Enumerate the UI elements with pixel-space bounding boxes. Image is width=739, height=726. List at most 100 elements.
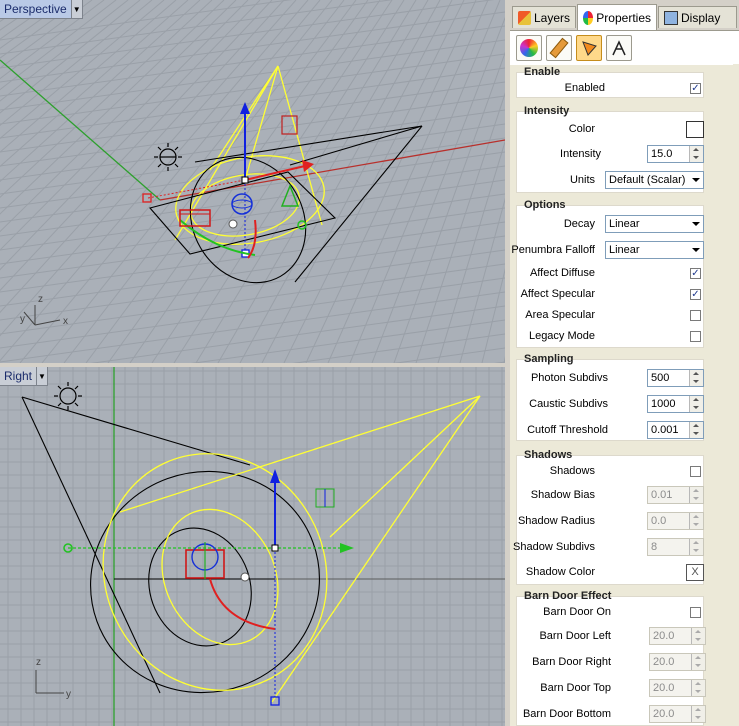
cutoff-input[interactable]: 0.001 xyxy=(647,421,704,439)
spin-arrows[interactable] xyxy=(689,396,703,412)
intensity-value: 15.0 xyxy=(651,148,673,160)
barn-door-left-row: Barn Door Left 20.0 xyxy=(510,626,733,646)
perspective-viewport[interactable]: z x y Perspective ▼ xyxy=(0,0,505,363)
photon-label: Photon Subdivs xyxy=(530,372,608,384)
panel-scrollbar[interactable] xyxy=(733,64,739,726)
shadow-subdivs-label: Shadow Subdivs xyxy=(513,541,595,553)
enable-heading: Enable xyxy=(524,66,561,78)
spin-arrows[interactable] xyxy=(691,654,705,670)
tab-display[interactable]: Display xyxy=(658,6,737,28)
barn-door-bottom-value: 20.0 xyxy=(653,708,675,720)
penumbra-select[interactable]: Linear xyxy=(605,241,704,259)
barn-door-right-label: Barn Door Right xyxy=(532,656,611,668)
units-label: Units xyxy=(569,174,595,186)
tab-label: Layers xyxy=(533,10,570,25)
spin-arrows[interactable] xyxy=(691,680,705,696)
barn-door-bottom-input[interactable]: 20.0 xyxy=(649,705,706,723)
shadow-color-swatch[interactable]: X xyxy=(686,563,704,581)
enabled-row: Enabled ✓ xyxy=(510,78,733,98)
y-axis-line xyxy=(0,59,161,201)
tab-layers[interactable]: Layers xyxy=(512,6,576,28)
shadow-color-row: Shadow Color X xyxy=(510,562,733,582)
shadows-checkbox[interactable] xyxy=(690,465,701,477)
right-spot-cone xyxy=(102,395,481,703)
tab-label: Display xyxy=(681,10,721,25)
panel-toolbar xyxy=(510,30,739,65)
shadow-subdivs-input[interactable]: 8 xyxy=(647,538,704,556)
barn-door-left-label: Barn Door Left xyxy=(539,630,611,642)
properties-icon xyxy=(583,10,594,25)
color-swatch[interactable] xyxy=(686,120,704,138)
enabled-checkbox[interactable]: ✓ xyxy=(690,82,701,94)
shadow-radius-value: 0.0 xyxy=(651,515,667,527)
viewport-label-right[interactable]: Right xyxy=(0,367,36,385)
axis-y-label: y xyxy=(20,314,25,325)
spin-arrows[interactable] xyxy=(689,539,703,555)
transform-gizmo xyxy=(142,102,314,259)
chevron-down-icon[interactable] xyxy=(688,216,703,232)
enabled-label: Enabled xyxy=(564,82,605,94)
photon-input[interactable]: 500 xyxy=(647,369,704,387)
right-grid xyxy=(0,367,505,726)
affect-specular-label: Affect Specular xyxy=(520,288,595,300)
shadows-row: Shadows xyxy=(510,461,733,481)
chevron-down-icon[interactable] xyxy=(688,242,703,258)
axis-x-label: x xyxy=(63,316,68,327)
area-specular-row: Area Specular xyxy=(510,305,733,325)
viewport-label[interactable]: Perspective xyxy=(0,0,71,18)
viewport-title-right[interactable]: Right ▼ xyxy=(0,367,49,386)
spin-arrows[interactable] xyxy=(689,422,703,438)
right-scene: z y xyxy=(0,367,505,726)
photon-row: Photon Subdivs 500 xyxy=(510,368,733,388)
scene-objects xyxy=(179,183,300,227)
barn-door-left-input[interactable]: 20.0 xyxy=(649,627,706,645)
shadow-radius-input[interactable]: 0.0 xyxy=(647,512,704,530)
shadow-radius-row: Shadow Radius 0.0 xyxy=(510,511,733,531)
sampling-heading: Sampling xyxy=(524,353,574,365)
barn-door-on-checkbox[interactable] xyxy=(690,606,701,618)
spin-arrows[interactable] xyxy=(689,487,703,503)
units-select[interactable]: Default (Scalar) xyxy=(605,171,704,189)
caustic-input[interactable]: 1000 xyxy=(647,395,704,413)
legacy-mode-checkbox[interactable] xyxy=(690,330,701,342)
material-button[interactable] xyxy=(546,35,572,61)
shadow-bias-value: 0.01 xyxy=(651,489,673,501)
right-viewport[interactable]: z y Right ▼ xyxy=(0,367,505,726)
intensity-input[interactable]: 15.0 xyxy=(647,145,704,163)
decay-select[interactable]: Linear xyxy=(605,215,704,233)
viewport-dropdown-icon-right[interactable]: ▼ xyxy=(36,367,47,385)
affect-specular-checkbox[interactable]: ✓ xyxy=(690,288,701,300)
material-icon xyxy=(549,37,569,59)
shadow-bias-label: Shadow Bias xyxy=(530,489,595,501)
tab-properties[interactable]: Properties xyxy=(577,4,657,30)
x-axis-line xyxy=(159,139,505,201)
barn-door-bottom-label: Barn Door Bottom xyxy=(522,708,611,720)
viewport-title-perspective[interactable]: Perspective ▼ xyxy=(0,0,83,19)
affect-diffuse-label: Affect Diffuse xyxy=(529,267,595,279)
spin-arrows[interactable] xyxy=(691,706,705,722)
photon-value: 500 xyxy=(651,372,670,384)
light-button[interactable] xyxy=(576,35,602,61)
spin-arrows[interactable] xyxy=(689,513,703,529)
barn-door-top-value: 20.0 xyxy=(653,682,675,694)
barn-door-bottom-row: Barn Door Bottom 20.0 xyxy=(510,704,733,724)
area-specular-checkbox[interactable] xyxy=(690,309,701,321)
barn-door-top-input[interactable]: 20.0 xyxy=(649,679,706,697)
object-properties-button[interactable] xyxy=(516,35,542,61)
spotlight-cone xyxy=(174,65,325,245)
intensity-heading: Intensity xyxy=(524,105,570,117)
render-button[interactable] xyxy=(606,35,632,61)
penumbra-value: Linear xyxy=(609,244,640,256)
shadow-bias-input[interactable]: 0.01 xyxy=(647,486,704,504)
viewport-dropdown-icon[interactable]: ▼ xyxy=(70,0,82,18)
options-heading: Options xyxy=(524,199,566,211)
barn-door-right-input[interactable]: 20.0 xyxy=(649,653,706,671)
penumbra-label: Penumbra Falloff xyxy=(511,244,595,256)
chevron-down-icon[interactable] xyxy=(688,172,703,188)
affect-diffuse-checkbox[interactable]: ✓ xyxy=(690,267,701,279)
affect-specular-row: Affect Specular ✓ xyxy=(510,284,733,304)
spin-arrows[interactable] xyxy=(689,370,703,386)
spin-arrows[interactable] xyxy=(691,628,705,644)
barn-door-on-row: Barn Door On xyxy=(510,602,733,622)
spin-arrows[interactable] xyxy=(689,146,703,162)
